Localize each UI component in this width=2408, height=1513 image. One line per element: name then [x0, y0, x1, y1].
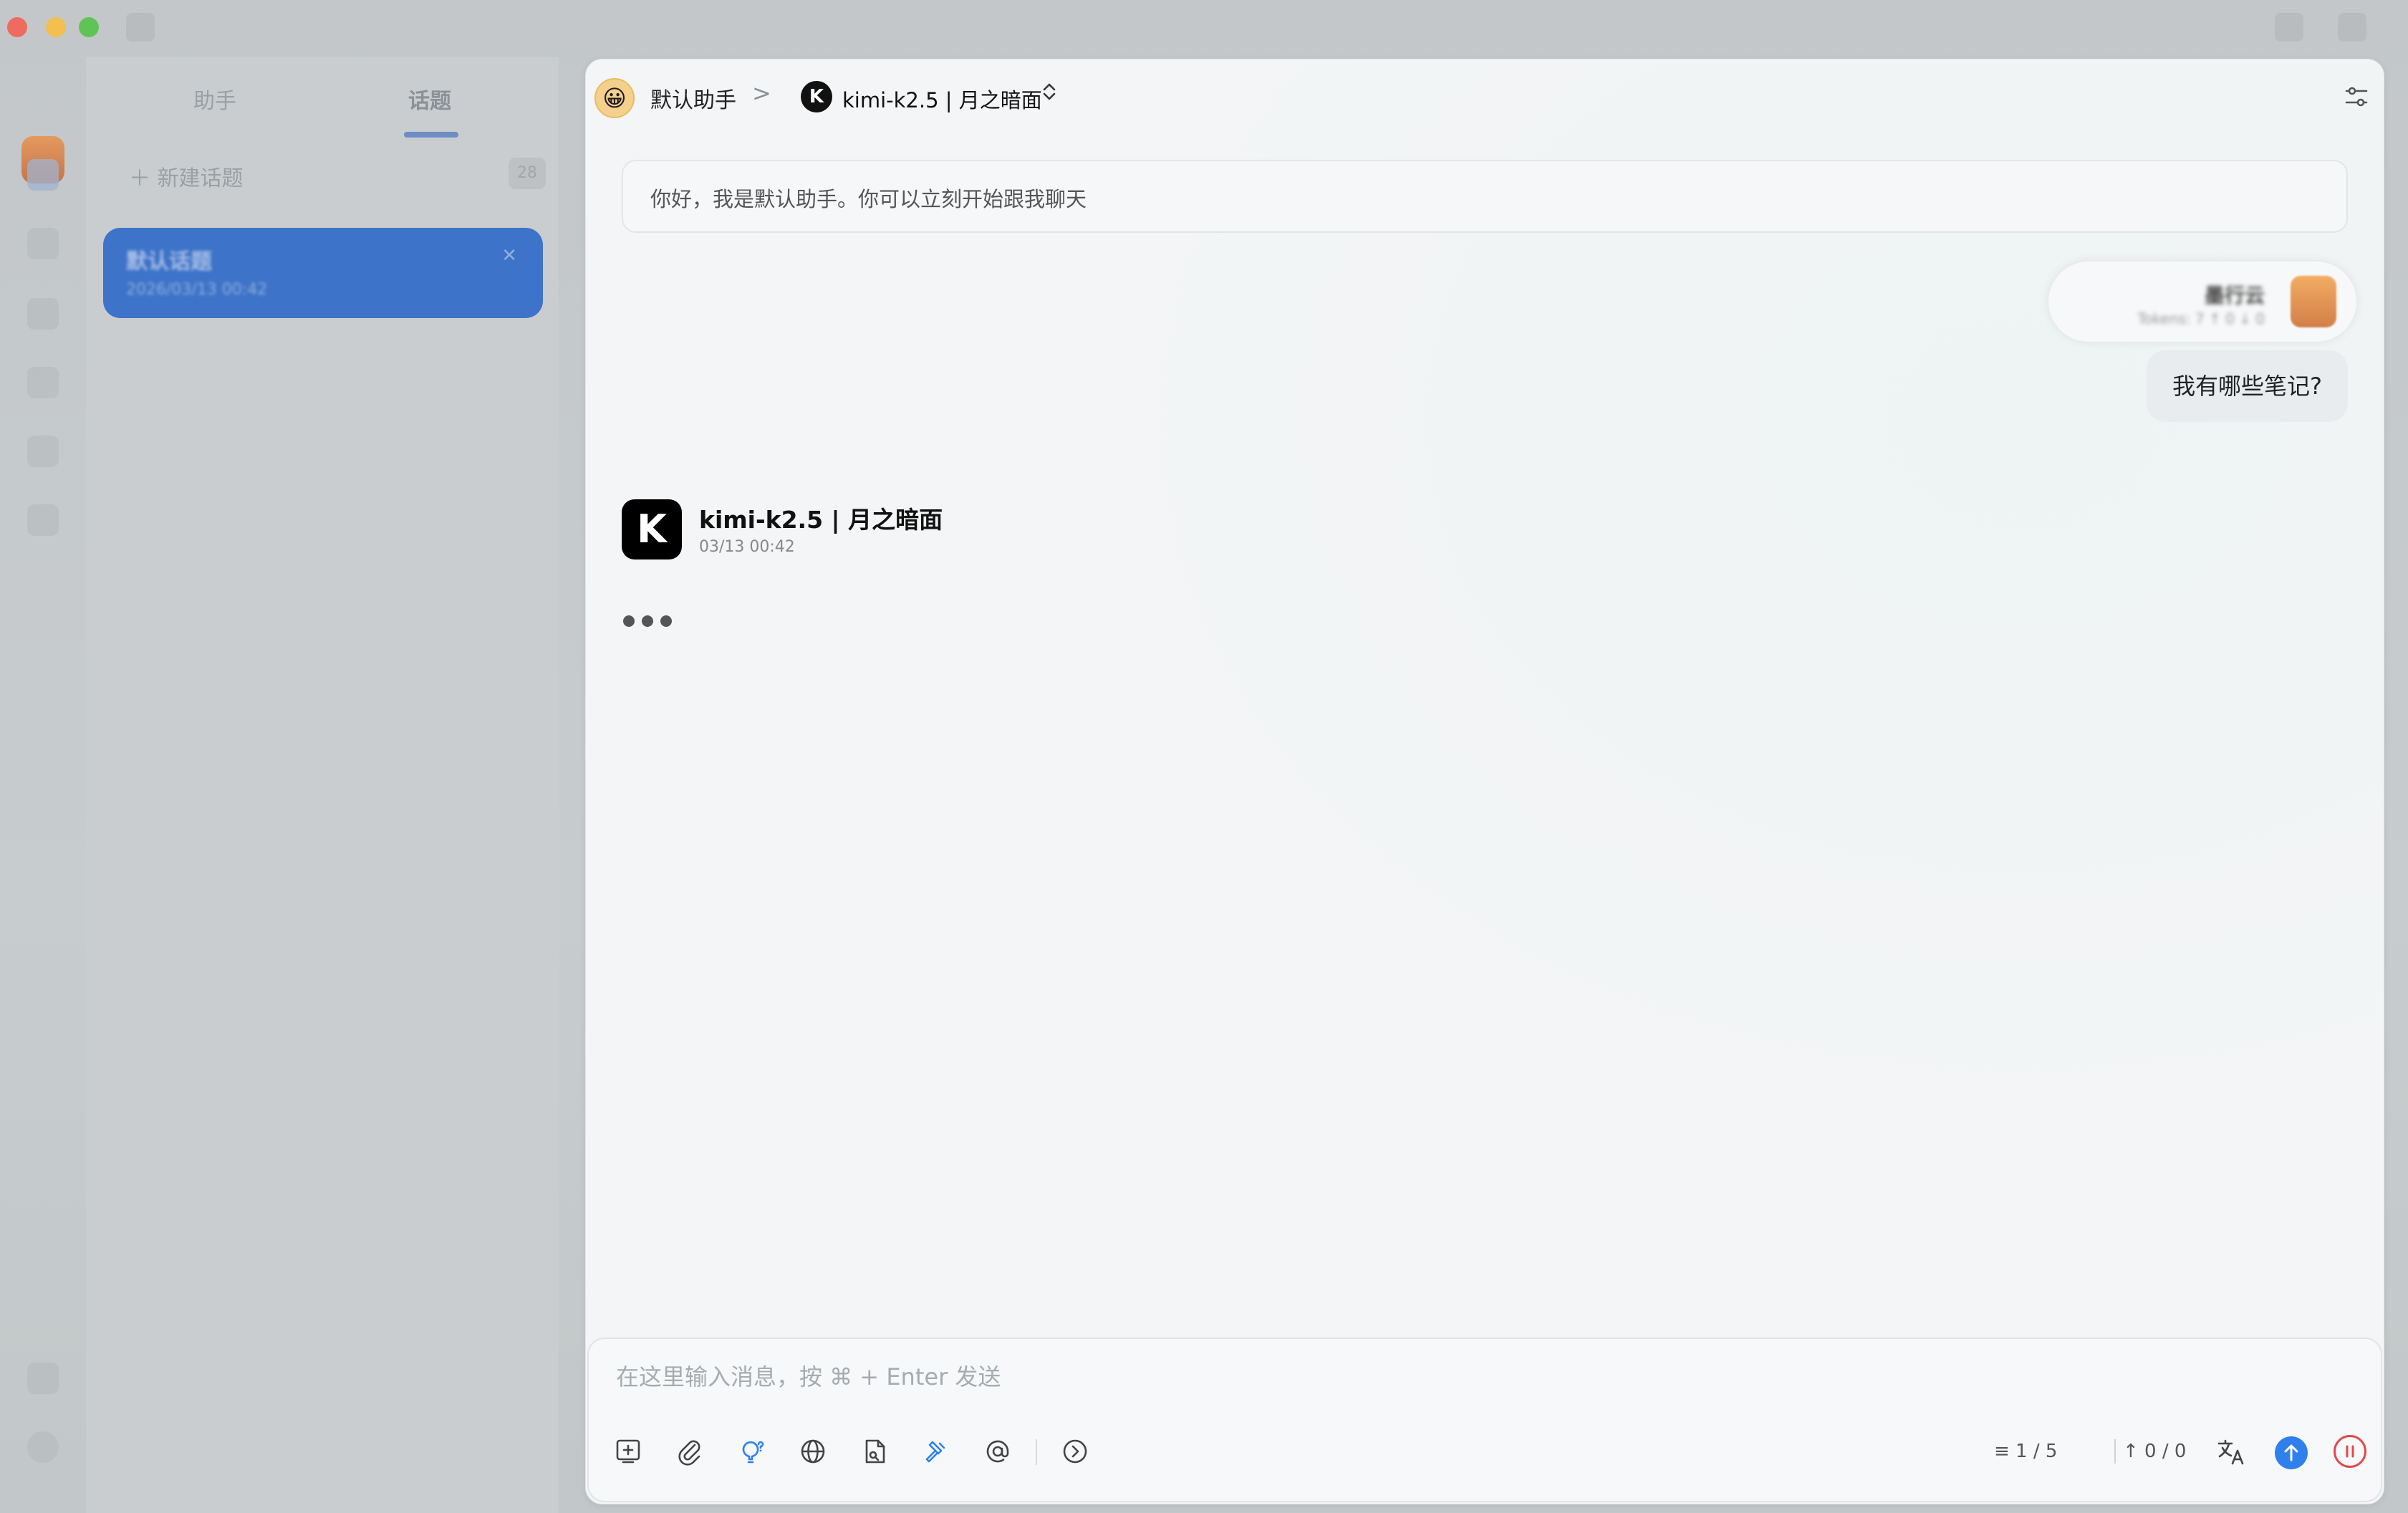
notes-icon[interactable] [27, 504, 59, 536]
close-window-button[interactable] [7, 17, 27, 37]
settings-icon[interactable] [27, 1431, 59, 1463]
topic-item-selected[interactable]: 默认话题 2026/03/13 00:42 ✕ [103, 228, 543, 318]
user-name: 墨行云 [2204, 284, 2265, 307]
stop-generation-button[interactable] [2334, 1435, 2366, 1468]
topic-title: 默认话题 [126, 249, 212, 274]
attachment-icon[interactable] [673, 1435, 706, 1468]
plus-icon: ＋ [129, 166, 158, 191]
active-tab-indicator [404, 132, 458, 138]
knowledge-base-icon[interactable] [858, 1435, 891, 1468]
code-icon[interactable] [27, 298, 59, 330]
expand-icon[interactable] [1059, 1435, 1092, 1468]
assistant-greeting: 你好，我是默认助手。你可以立刻开始跟我聊天 [622, 160, 2348, 233]
topic-date: 2026/03/13 00:42 [126, 281, 268, 299]
message-input[interactable] [615, 1358, 2336, 1396]
model-avatar: K [622, 499, 682, 559]
model-message-name: kimi-k2.5 | 月之暗面 [699, 506, 943, 534]
tab-topics[interactable]: 话题 [408, 83, 451, 115]
topic-count-badge[interactable]: 28 [509, 158, 546, 189]
agents-icon[interactable] [27, 228, 59, 259]
user-message-meta: 墨行云 Tokens: 7 ↑ 0 ↓ 0 [2048, 261, 2356, 342]
apps-icon[interactable] [27, 367, 59, 398]
web-search-icon[interactable] [796, 1435, 829, 1468]
token-counter[interactable]: ↑ 0 / 0 [2123, 1441, 2186, 1462]
toolbar-divider [1036, 1439, 1037, 1465]
chat-icon[interactable] [27, 159, 59, 191]
translate-icon[interactable] [2215, 1435, 2248, 1468]
user-message-bubble: 我有哪些笔记? [2147, 350, 2348, 422]
chat-panel: 😀 默认助手 > K kimi-k2.5 | 月之暗面 你好，我是默认助手。你可… [585, 59, 2384, 1504]
tab-assistants[interactable]: 助手 [193, 83, 236, 115]
user-message-avatar [2291, 276, 2336, 327]
user-token-count: Tokens: 7 ↑ 0 ↓ 0 [2137, 310, 2265, 327]
sidebar-toggle-icon[interactable] [126, 13, 155, 42]
model-message-time: 03/13 00:42 [699, 538, 795, 556]
model-switch-icon[interactable] [1040, 80, 1059, 109]
typing-indicator [623, 615, 679, 630]
new-topic-label: 新建话题 [157, 166, 244, 191]
new-topic-icon[interactable] [612, 1435, 645, 1468]
assistant-name[interactable]: 默认助手 [650, 82, 736, 114]
close-icon[interactable]: ✕ [501, 245, 517, 266]
panel-toggle-icon[interactable] [2338, 13, 2366, 42]
mention-icon[interactable] [981, 1435, 1014, 1468]
files-icon[interactable] [27, 436, 59, 467]
nav-rail [0, 57, 86, 1513]
search-icon[interactable] [2275, 13, 2303, 42]
send-button[interactable] [2275, 1436, 2308, 1469]
context-counter[interactable]: ≡ 1 / 5 [1994, 1441, 2057, 1462]
theme-icon[interactable] [27, 1363, 59, 1394]
maximize-window-button[interactable] [79, 17, 99, 37]
greeting-text: 你好，我是默认助手。你可以立刻开始跟我聊天 [650, 187, 1087, 211]
message-composer: ≡ 1 / 5 ↑ 0 / 0 [587, 1337, 2382, 1502]
minimize-window-button[interactable] [46, 17, 66, 37]
thinking-icon[interactable] [735, 1435, 768, 1468]
model-selector[interactable]: kimi-k2.5 | 月之暗面 [842, 84, 1042, 114]
chevron-right-icon: > [752, 80, 771, 107]
model-logo-icon: K [801, 81, 832, 112]
new-topic-button[interactable]: ＋ 新建话题 [129, 160, 244, 192]
assistant-avatar[interactable]: 😀 [594, 78, 635, 118]
topics-sidebar: 助手 话题 ＋ 新建话题 28 默认话题 2026/03/13 00:42 ✕ [86, 57, 559, 1513]
chat-settings-icon[interactable] [2341, 81, 2372, 112]
counter-divider [2114, 1439, 2116, 1464]
mcp-tools-icon[interactable] [920, 1435, 953, 1468]
